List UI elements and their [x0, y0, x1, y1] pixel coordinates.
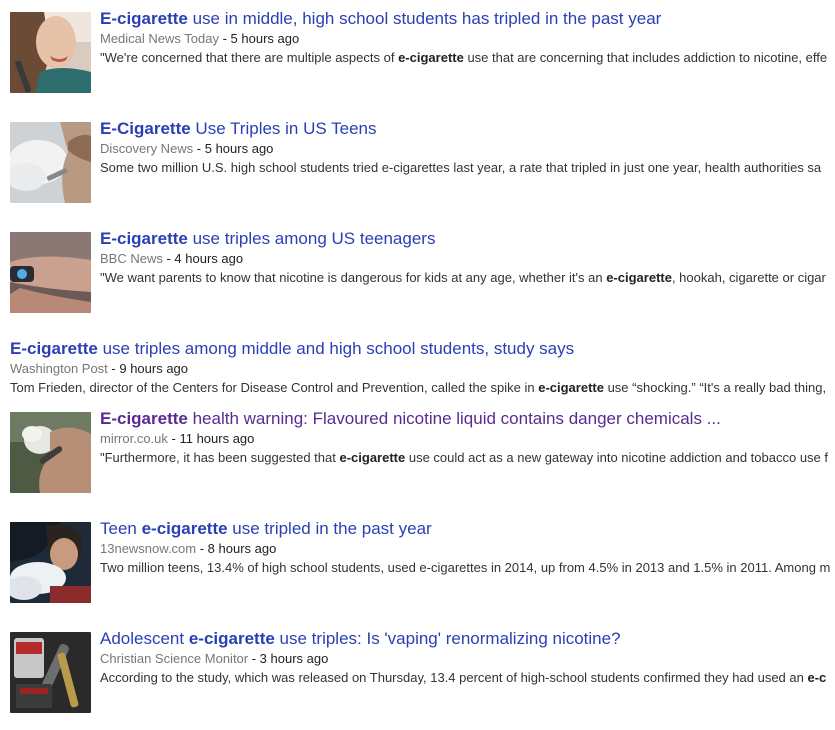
result-snippet: "We're concerned that there are multiple… — [100, 50, 828, 65]
result-body: Adolescent e-cigarette use triples: Is '… — [100, 628, 835, 687]
result-source: 13newsnow.com — [100, 541, 197, 556]
result-meta: mirror.co.uk - 11 hours ago — [100, 430, 835, 447]
result-source: mirror.co.uk — [100, 431, 168, 446]
result-meta: Discovery News - 5 hours ago — [100, 140, 835, 157]
person-vaping-photo-icon[interactable] — [10, 412, 91, 493]
ecig-products-photo-icon[interactable] — [10, 632, 91, 713]
result-time: - 4 hours ago — [162, 251, 244, 266]
result-source: BBC News — [100, 251, 163, 266]
result-title-link[interactable]: E-Cigarette Use Triples in US Teens — [100, 118, 835, 140]
result-body: Teen e-cigarette use tripled in the past… — [100, 518, 835, 577]
result-meta: Christian Science Monitor - 3 hours ago — [100, 650, 835, 667]
news-result-item: E-cigarette use in middle, high school s… — [0, 8, 835, 108]
result-time: - 5 hours ago — [193, 141, 274, 156]
result-title-link[interactable]: E-cigarette health warning: Flavoured ni… — [100, 408, 835, 430]
result-snippet: "We want parents to know that nicotine i… — [100, 270, 826, 285]
news-result-item: E-cigarette use triples among US teenage… — [0, 228, 835, 328]
result-time: - 3 hours ago — [248, 651, 329, 666]
news-result-item: E-Cigarette Use Triples in US Teens Disc… — [0, 118, 835, 218]
result-title-link[interactable]: E-cigarette use triples among US teenage… — [100, 228, 835, 250]
result-title-link[interactable]: E-cigarette use triples among middle and… — [10, 338, 835, 360]
result-body: E-cigarette use triples among middle and… — [10, 338, 835, 397]
hand-ecig-photo-icon[interactable] — [10, 232, 91, 313]
news-results-list: E-cigarette use in middle, high school s… — [0, 0, 835, 730]
result-snippet: Some two million U.S. high school studen… — [100, 160, 822, 175]
result-snippet: Tom Frieden, director of the Centers for… — [10, 380, 827, 395]
woman-vaping-photo-icon[interactable] — [10, 12, 91, 93]
news-result-item: E-cigarette health warning: Flavoured ni… — [0, 408, 835, 508]
result-title-link[interactable]: E-cigarette use in middle, high school s… — [100, 8, 835, 30]
result-time: - 8 hours ago — [196, 541, 277, 556]
vapor-cloud-photo-icon[interactable] — [10, 122, 91, 203]
result-title-link[interactable]: Adolescent e-cigarette use triples: Is '… — [100, 628, 835, 650]
result-body: E-cigarette health warning: Flavoured ni… — [100, 408, 835, 467]
teen-vapor-photo-icon[interactable] — [10, 522, 91, 603]
result-meta: 13newsnow.com - 8 hours ago — [100, 540, 835, 557]
result-body: E-cigarette use in middle, high school s… — [100, 8, 835, 67]
news-result-item: Adolescent e-cigarette use triples: Is '… — [0, 628, 835, 728]
result-source: Christian Science Monitor — [100, 651, 249, 666]
result-meta: Washington Post - 9 hours ago — [10, 360, 835, 377]
result-source: Washington Post — [10, 361, 108, 376]
result-body: E-Cigarette Use Triples in US Teens Disc… — [100, 118, 835, 177]
result-time: - 9 hours ago — [107, 361, 189, 376]
result-meta: Medical News Today - 5 hours ago — [100, 30, 835, 47]
result-body: E-cigarette use triples among US teenage… — [100, 228, 835, 287]
result-source: Discovery News — [100, 141, 194, 156]
result-snippet: According to the study, which was releas… — [100, 670, 827, 685]
result-time: - 11 hours ago — [167, 431, 255, 446]
result-title-link[interactable]: Teen e-cigarette use tripled in the past… — [100, 518, 835, 540]
result-source: Medical News Today — [100, 31, 219, 46]
news-result-item: Teen e-cigarette use tripled in the past… — [0, 518, 835, 618]
result-snippet: "Furthermore, it has been suggested that… — [100, 450, 829, 465]
result-time: - 5 hours ago — [218, 31, 300, 46]
result-snippet: Two million teens, 13.4% of high school … — [100, 560, 831, 575]
result-meta: BBC News - 4 hours ago — [100, 250, 835, 267]
